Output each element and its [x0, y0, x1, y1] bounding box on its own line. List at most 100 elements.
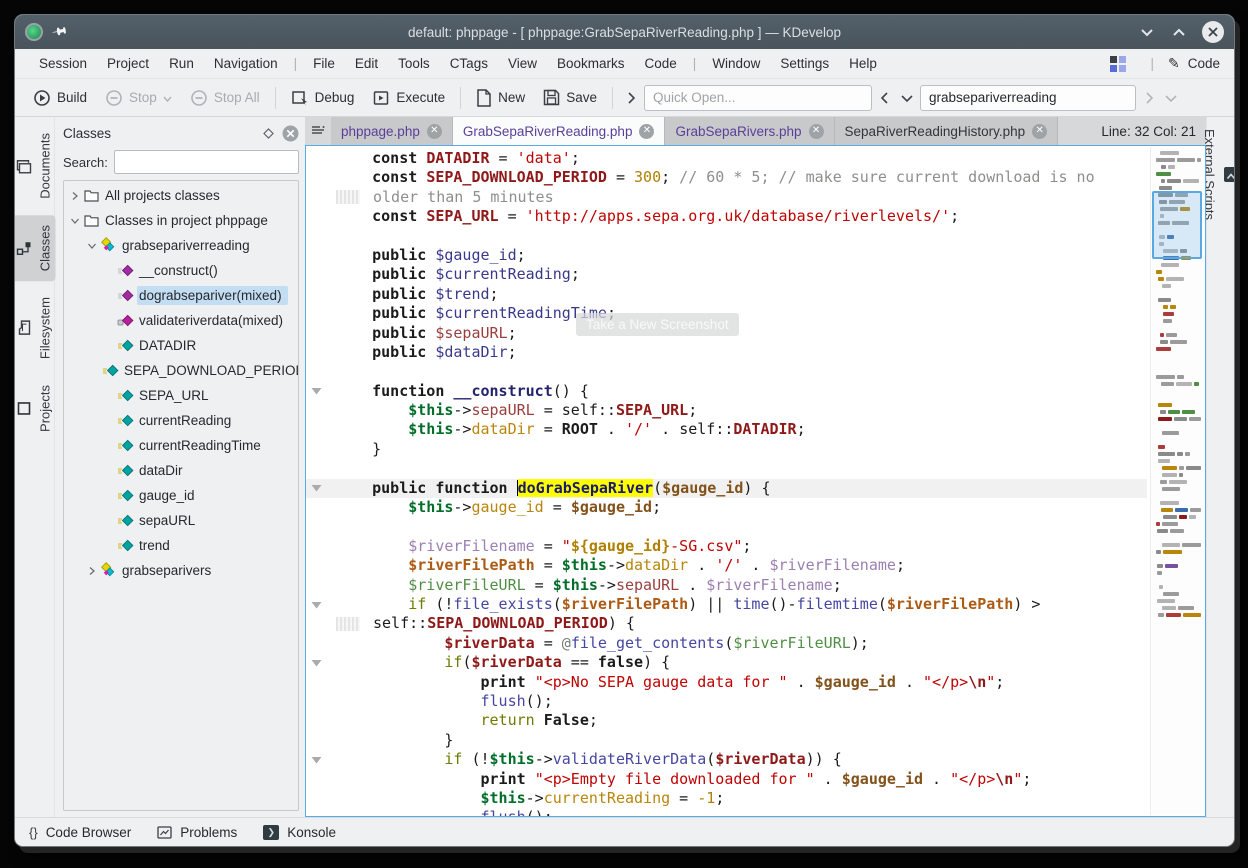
pin-icon[interactable]: 🖈 [47, 18, 71, 45]
tree-item--construct-[interactable]: __construct() [64, 258, 298, 283]
stop-all-button[interactable]: Stop All [182, 84, 268, 112]
tree-item-trend[interactable]: trend [64, 533, 298, 558]
fold-marker-icon[interactable] [306, 479, 327, 498]
execute-button[interactable]: Execute [364, 84, 453, 112]
menu-file[interactable]: File [303, 52, 345, 75]
menu-ctags[interactable]: CTags [440, 52, 498, 75]
code-line[interactable]: function __construct() { [306, 382, 1147, 401]
menu-code[interactable]: Code [635, 52, 687, 75]
code-line[interactable]: $riverFilename = "${gauge_id}-SG.csv"; [306, 537, 1147, 556]
sidebar-tab-classes[interactable]: Classes [14, 215, 56, 281]
close-panel-icon[interactable] [282, 125, 299, 142]
code-line[interactable]: print "<p>No SEPA gauge data for " . $ga… [306, 673, 1147, 692]
expander-open-icon[interactable] [68, 216, 82, 226]
code-line[interactable]: public $gauge_id; [306, 246, 1147, 265]
code-line[interactable]: public function doGrabSepaRiver($gauge_i… [306, 479, 1147, 498]
tab-close-icon[interactable]: ✕ [639, 124, 654, 139]
tree-item-currentreading[interactable]: currentReading [64, 408, 298, 433]
search-next-icon[interactable] [1140, 87, 1158, 109]
tab-close-icon[interactable]: ✕ [1032, 124, 1047, 139]
area-code-button[interactable]: Code [1188, 56, 1220, 71]
quick-open-input[interactable] [644, 85, 872, 111]
doc-tab-phppage.php[interactable]: phppage.php✕ [331, 117, 453, 145]
code-line[interactable]: if (!$this->validateRiverData($riverData… [306, 750, 1147, 769]
code-line[interactable]: $riverData = @file_get_contents($riverFi… [306, 634, 1147, 653]
tree-item-sepa-download-period[interactable]: SEPA_DOWNLOAD_PERIOD [64, 358, 298, 383]
code-line[interactable]: const SEPA_DOWNLOAD_PERIOD = 300; // 60 … [306, 168, 1147, 187]
menu-help[interactable]: Help [839, 52, 887, 75]
expander-closed-icon[interactable] [85, 566, 99, 576]
code-line[interactable]: const SEPA_URL = 'http://apps.sepa.org.u… [306, 207, 1147, 226]
save-button[interactable]: Save [535, 84, 605, 111]
area-switcher-icon[interactable] [1110, 56, 1126, 72]
tree-item-grabseparivers[interactable]: grabseparivers [64, 558, 298, 583]
detach-icon[interactable] [263, 128, 274, 139]
titlebar[interactable]: 🖈 default: phppage - [ phppage:GrabSepaR… [15, 15, 1234, 49]
toolbar-expand-icon[interactable] [622, 87, 640, 109]
expander-open-icon[interactable] [85, 241, 99, 251]
code-line[interactable]: $this->sepaURL = self::SEPA_URL; [306, 401, 1147, 420]
code-line[interactable]: $riverFilePath = $this->dataDir . '/' . … [306, 556, 1147, 575]
code-line[interactable]: } [306, 731, 1147, 750]
code-line[interactable]: if($riverData == false) { [306, 653, 1147, 672]
code-line[interactable]: $this->dataDir = ROOT . '/' . self::DATA… [306, 420, 1147, 439]
code-line[interactable] [306, 517, 1147, 536]
tree-item-validateriverdata-mixed-[interactable]: validateriverdata(mixed) [64, 308, 298, 333]
tree-item-all-projects-classes[interactable]: All projects classes [64, 183, 298, 208]
search-prev-icon[interactable] [876, 87, 894, 109]
tree-item-sepaurl[interactable]: sepaURL [64, 508, 298, 533]
tree-item-sepa-url[interactable]: SEPA_URL [64, 383, 298, 408]
code-line[interactable]: $riverFileURL = $this->sepaURL . $riverF… [306, 576, 1147, 595]
code-line[interactable] [306, 227, 1147, 246]
tree-item-datadir[interactable]: dataDir [64, 458, 298, 483]
menu-project[interactable]: Project [97, 52, 159, 75]
doc-tab-separiverreadinghistory.php[interactable]: SepaRiverReadingHistory.php✕ [835, 117, 1059, 145]
minimize-button[interactable] [1138, 21, 1156, 43]
minimap-viewport[interactable] [1152, 191, 1202, 259]
menu-run[interactable]: Run [159, 52, 204, 75]
expander-closed-icon[interactable] [68, 191, 82, 201]
code-line[interactable]: const DATADIR = 'data'; [306, 149, 1147, 168]
menu-tools[interactable]: Tools [388, 52, 440, 75]
tree-item-grabsepariverreading[interactable]: grabsepariverreading [64, 233, 298, 258]
search-options-icon[interactable] [1162, 87, 1180, 109]
tree-item-gauge-id[interactable]: gauge_id [64, 483, 298, 508]
konsole-button[interactable]: ❯Konsole [263, 825, 336, 840]
code-line[interactable] [306, 362, 1147, 381]
tab-close-icon[interactable]: ✕ [809, 124, 824, 139]
code-line[interactable]: older than 5 minutes [306, 188, 1147, 207]
fold-marker-icon[interactable] [306, 595, 327, 614]
menu-view[interactable]: View [498, 52, 547, 75]
maximize-button[interactable] [1170, 21, 1188, 43]
code-editor[interactable]: const DATADIR = 'data'; const SEPA_DOWNL… [305, 145, 1206, 817]
code-line[interactable]: if (!file_exists($riverFilePath) || time… [306, 595, 1147, 614]
menu-navigation[interactable]: Navigation [204, 52, 288, 75]
stop-button[interactable]: Stop [97, 84, 180, 112]
doc-tab-grabseparivers.php[interactable]: GrabSepaRivers.php✕ [665, 117, 834, 145]
debug-button[interactable]: Debug [283, 84, 363, 112]
stop-dropdown-icon[interactable] [163, 90, 172, 105]
code-line[interactable]: $this->currentReading = -1; [306, 789, 1147, 808]
sidebar-tab-filesystem[interactable]: Filesystem [14, 287, 56, 369]
tree-item-datadir[interactable]: DATADIR [64, 333, 298, 358]
tree-item-dograbsepariver-mixed-[interactable]: dograbsepariver(mixed) [64, 283, 298, 308]
code-line[interactable]: } [306, 440, 1147, 459]
search-input[interactable] [920, 85, 1136, 111]
minimap-scrollbar[interactable] [1150, 147, 1204, 815]
fold-marker-icon[interactable] [306, 653, 327, 672]
code-line[interactable]: public $trend; [306, 285, 1147, 304]
code-line[interactable]: $this->gauge_id = $gauge_id; [306, 498, 1147, 517]
code-line[interactable] [306, 459, 1147, 478]
classes-search-input[interactable] [114, 150, 299, 174]
code-line[interactable]: flush(); [306, 808, 1147, 816]
fold-marker-icon[interactable] [306, 750, 327, 769]
new-button[interactable]: New [468, 84, 533, 112]
document-list-icon[interactable] [305, 117, 331, 145]
tab-close-icon[interactable]: ✕ [427, 124, 442, 139]
problems-button[interactable]: Problems [157, 825, 237, 840]
code-line[interactable]: print "<p>Empty file downloaded for " . … [306, 770, 1147, 789]
close-button[interactable] [1202, 21, 1224, 43]
fold-marker-icon[interactable] [306, 382, 327, 401]
sidebar-tab-projects[interactable]: Projects [14, 375, 56, 442]
build-button[interactable]: Build [25, 84, 95, 112]
